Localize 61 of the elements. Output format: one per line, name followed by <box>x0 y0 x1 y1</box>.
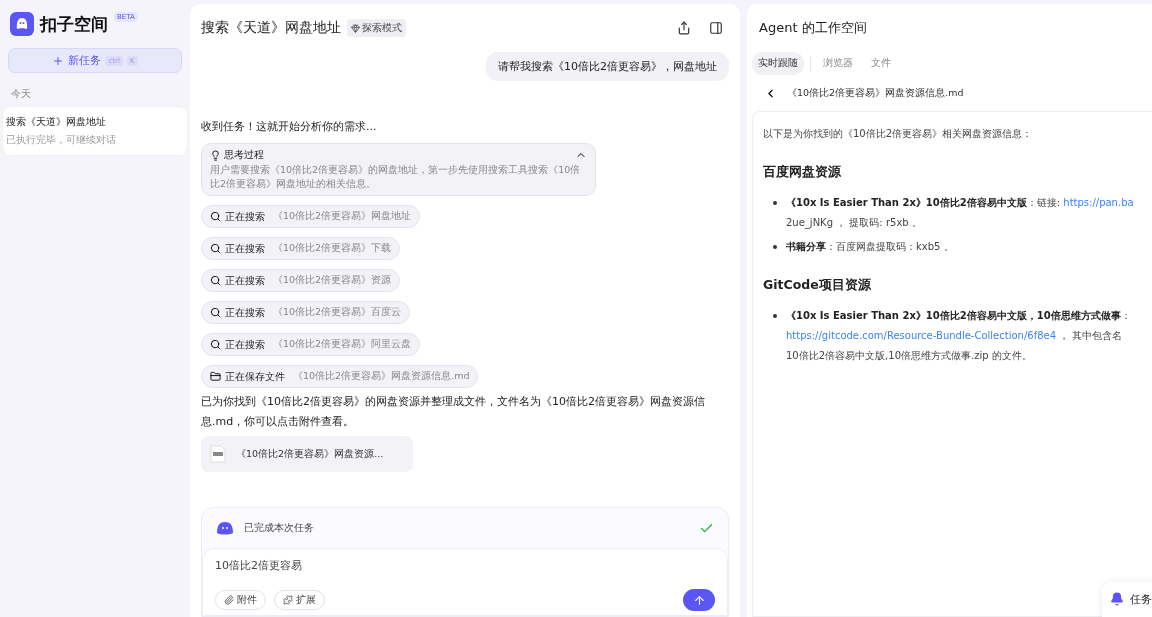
task-title: 搜索《天道》网盘地址 <box>6 115 107 129</box>
workspace-tab[interactable]: 浏览器 <box>817 52 859 75</box>
step-chip[interactable]: 正在搜索 《10倍比2倍更容易》阿里云盘 <box>201 333 421 356</box>
bullet-text: 《10x Is Easier Than 2x》10倍比2倍容易中文版：链接: https://pan.ba <box>786 196 1135 210</box>
bullet-text: 《10x Is Easier Than 2x》10倍比2倍容易中文版，10倍思维方式做事： <box>786 309 1132 323</box>
task-item[interactable]: 搜索《天道》网盘地址 已执行完毕，可继续对话 <box>3 107 187 155</box>
bell-icon <box>1110 592 1124 606</box>
search-icon <box>210 211 221 222</box>
user-message: 请帮我搜索《10倍比2倍更容易》，网盘地址 <box>486 52 729 81</box>
step-chip[interactable]: 正在搜索 《10倍比2倍更容易》百度云 <box>201 301 411 324</box>
link[interactable]: https://gitcode.com/Resource-Bundle-Collection/6f8e4 <box>786 330 1057 341</box>
bullet-text: 书籍分享：百度网盘提取码：kxb5 。 <box>786 240 955 254</box>
workspace-title: Agent 的工作空间 <box>758 19 868 37</box>
app-logo: 扣子空间 <box>40 12 108 36</box>
arrow-up-icon <box>692 593 706 607</box>
group-label: 今天 <box>11 87 32 101</box>
mode-badge: 探索模式 <box>347 19 406 37</box>
file-name: 《10倍比2倍更容易》网盘资源信息.md <box>787 86 964 100</box>
search-icon <box>210 339 221 350</box>
step-chip[interactable]: 正在搜索 《10倍比2倍更容易》下载 <box>201 237 401 260</box>
file-icon <box>210 445 226 463</box>
bullet-text: https://gitcode.com/Resource-Bundle-Collection/6f8e4 ， 其中包含名 <box>786 329 1124 343</box>
folder-icon <box>210 371 221 382</box>
bullet-icon <box>773 201 777 205</box>
bot-avatar-icon <box>216 521 234 535</box>
task-toast[interactable]: 任务 <box>1102 582 1152 617</box>
attach-button[interactable]: 附件 <box>215 590 266 610</box>
doc-intro: 以下是为你找到的《10倍比2倍更容易》相关网盘资源信息： <box>763 127 1034 141</box>
search-icon <box>210 275 221 286</box>
bullet-text: 10倍比2倍容易中文版,10倍思维方式做事.zip 的文件。 <box>786 349 1033 363</box>
search-icon <box>210 307 221 318</box>
thinking-text: 用户需要搜索《10倍比2倍更容易》的网盘地址，第一步先使用搜索工具搜索《10倍比2倍更容易》网盘地址的相关信息。 <box>210 163 582 191</box>
thinking-panel[interactable]: 思考过程 用户需要搜索《10倍比2倍更容易》的网盘地址，第一步先使用搜索工具搜索《10倍比2倍更容易》网盘地址的相关信息。 <box>201 143 596 196</box>
lightbulb-icon <box>210 149 221 161</box>
gem-icon <box>351 23 360 33</box>
send-button[interactable] <box>683 589 715 611</box>
bullet-icon <box>773 245 777 249</box>
paperclip-icon <box>224 595 234 605</box>
link[interactable]: https://pan.ba <box>1063 197 1134 208</box>
search-icon <box>210 243 221 254</box>
step-chip[interactable]: 正在搜索 《10倍比2倍更容易》资源 <box>201 269 401 292</box>
step-chip[interactable]: 正在搜索 《10倍比2倍更容易》网盘地址 <box>201 205 421 228</box>
thinking-title: 思考过程 <box>224 148 265 162</box>
bullet-icon <box>773 314 777 318</box>
workspace-tab[interactable]: 文件 <box>865 52 897 75</box>
bullet-text: 2ue_jNKg ， 提取码: r5xb 。 <box>786 216 923 231</box>
step-chip[interactable]: 正在保存文件 《10倍比2倍更容易》网盘资源信息.md <box>201 365 479 388</box>
chat-title: 搜索《天道》网盘地址 <box>201 19 341 37</box>
doc-heading: GitCode项目资源 <box>763 277 872 294</box>
status-text: 已完成本次任务 <box>244 521 315 535</box>
assistant-message: 收到任务！这就开始分析你的需求... <box>201 119 378 135</box>
attachment-card[interactable]: 《10倍比2倍更容易》网盘资源... <box>201 436 413 472</box>
workspace-tab[interactable]: 实时跟随 <box>752 52 804 75</box>
logo-icon <box>10 12 34 36</box>
plus-icon <box>52 54 65 67</box>
task-subtitle: 已执行完毕，可继续对话 <box>6 133 117 147</box>
puzzle-icon <box>283 595 293 605</box>
doc-heading: 百度网盘资源 <box>763 164 842 181</box>
extension-button[interactable]: 扩展 <box>274 590 325 610</box>
message-input[interactable]: 10倍比2倍更容易 附件 扩展 <box>202 548 728 616</box>
assistant-message: 已为你找到《10倍比2倍更容易》的网盘资源并整理成文件，文件名为《10倍比2倍更容易》网盘资源信息.md，你可以点击附件查看。 <box>201 394 706 430</box>
